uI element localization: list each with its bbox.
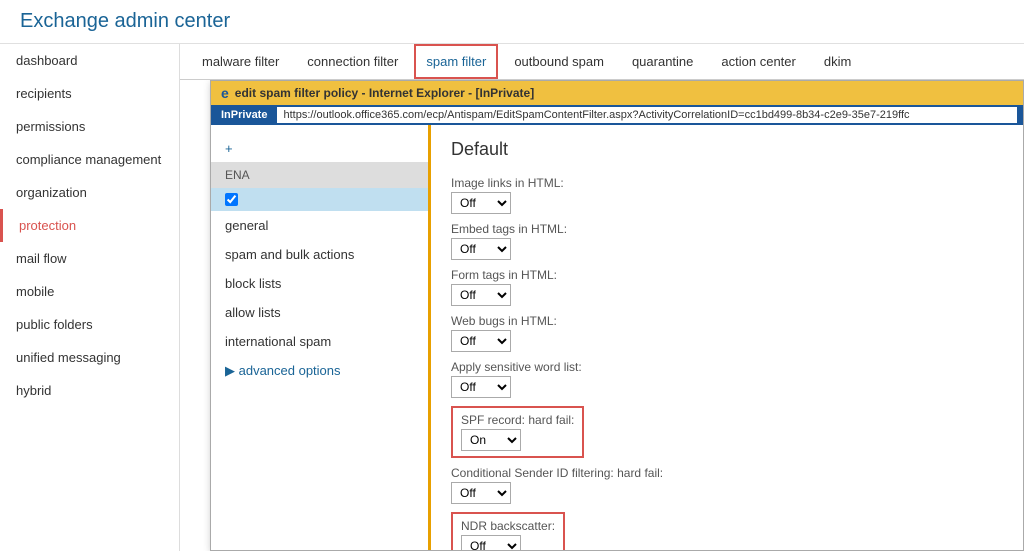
filter-label: ENA	[211, 162, 428, 188]
sidebar-item-protection[interactable]: protection	[0, 209, 179, 242]
label-embed-tags: Embed tags in HTML:	[451, 222, 1003, 236]
nav-advanced-options[interactable]: ▶ advanced options	[211, 356, 428, 386]
select-sensitive-word[interactable]: OffOn	[451, 376, 511, 398]
label-conditional-sender: Conditional Sender ID filtering: hard fa…	[451, 466, 1003, 480]
tab-action-center[interactable]: action center	[709, 44, 807, 79]
form-row-embed-tags: Embed tags in HTML: OffOn	[451, 222, 1003, 260]
ie-title: edit spam filter policy - Internet Explo…	[235, 86, 534, 100]
sidebar-item-mailflow[interactable]: mail flow	[0, 242, 179, 275]
ie-inprivate-badge: InPrivate	[217, 108, 271, 122]
sidebar-item-organization[interactable]: organization	[0, 176, 179, 209]
sidebar-item-unified[interactable]: unified messaging	[0, 341, 179, 374]
ie-window: e edit spam filter policy - Internet Exp…	[210, 80, 1024, 551]
sidebar: dashboard recipients permissions complia…	[0, 44, 180, 551]
content-area: e edit spam filter policy - Internet Exp…	[180, 80, 1024, 551]
sidebar-item-recipients[interactable]: recipients	[0, 77, 179, 110]
form-row-form-tags: Form tags in HTML: OffOn	[451, 268, 1003, 306]
ie-title-bar: e edit spam filter policy - Internet Exp…	[211, 81, 1023, 105]
select-ndr-backscatter[interactable]: OffOn	[461, 535, 521, 550]
nav-international-spam[interactable]: international spam	[211, 327, 428, 356]
main-content: malware filter connection filter spam fi…	[180, 44, 1024, 551]
label-web-bugs: Web bugs in HTML:	[451, 314, 1003, 328]
ie-right-panel: Default Image links in HTML: OffOn Embed…	[431, 125, 1023, 550]
ie-url-bar: https://outlook.office365.com/ecp/Antisp…	[277, 107, 1017, 123]
highlighted-spf-record: SPF record: hard fail: OnOff	[451, 406, 584, 458]
label-spf-record: SPF record: hard fail:	[461, 413, 574, 427]
add-filter-button[interactable]: +	[211, 135, 428, 162]
sidebar-item-mobile[interactable]: mobile	[0, 275, 179, 308]
ie-body: + ENA general spam and bulk actions bloc…	[211, 125, 1023, 550]
nav-general[interactable]: general	[211, 211, 428, 240]
ie-icon: e	[221, 85, 229, 101]
app-title: Exchange admin center	[0, 0, 1024, 44]
ie-address-bar: InPrivate https://outlook.office365.com/…	[211, 105, 1023, 125]
sidebar-item-publicfolders[interactable]: public folders	[0, 308, 179, 341]
tab-bar: malware filter connection filter spam fi…	[180, 44, 1024, 80]
form-row-sensitive-word: Apply sensitive word list: OffOn	[451, 360, 1003, 398]
select-embed-tags[interactable]: OffOn	[451, 238, 511, 260]
label-sensitive-word: Apply sensitive word list:	[451, 360, 1003, 374]
label-image-links: Image links in HTML:	[451, 176, 1003, 190]
tab-malware-filter[interactable]: malware filter	[190, 44, 291, 79]
tab-quarantine[interactable]: quarantine	[620, 44, 705, 79]
label-form-tags: Form tags in HTML:	[451, 268, 1003, 282]
nav-block-lists[interactable]: block lists	[211, 269, 428, 298]
select-conditional-sender[interactable]: OffOn	[451, 482, 511, 504]
label-ndr-backscatter: NDR backscatter:	[461, 519, 555, 533]
ie-left-panel: + ENA general spam and bulk actions bloc…	[211, 125, 431, 550]
tab-spam-filter[interactable]: spam filter	[414, 44, 498, 79]
select-form-tags[interactable]: OffOn	[451, 284, 511, 306]
sidebar-item-hybrid[interactable]: hybrid	[0, 374, 179, 407]
filter-checkbox-row[interactable]	[211, 188, 428, 211]
nav-allow-lists[interactable]: allow lists	[211, 298, 428, 327]
form-title: Default	[451, 139, 1003, 160]
highlighted-ndr-backscatter: NDR backscatter: OffOn	[451, 512, 565, 550]
form-row-conditional-sender: Conditional Sender ID filtering: hard fa…	[451, 466, 1003, 504]
select-image-links[interactable]: OffOn	[451, 192, 511, 214]
filter-checkbox[interactable]	[225, 193, 238, 206]
tab-connection-filter[interactable]: connection filter	[295, 44, 410, 79]
tab-outbound-spam[interactable]: outbound spam	[502, 44, 616, 79]
form-row-image-links: Image links in HTML: OffOn	[451, 176, 1003, 214]
select-web-bugs[interactable]: OffOn	[451, 330, 511, 352]
tab-dkim[interactable]: dkim	[812, 44, 863, 79]
form-row-web-bugs: Web bugs in HTML: OffOn	[451, 314, 1003, 352]
filter-label-text: ENA	[225, 168, 250, 182]
sidebar-item-compliance[interactable]: compliance management	[0, 143, 179, 176]
nav-spam-bulk[interactable]: spam and bulk actions	[211, 240, 428, 269]
sidebar-item-dashboard[interactable]: dashboard	[0, 44, 179, 77]
select-spf-record[interactable]: OnOff	[461, 429, 521, 451]
sidebar-item-permissions[interactable]: permissions	[0, 110, 179, 143]
